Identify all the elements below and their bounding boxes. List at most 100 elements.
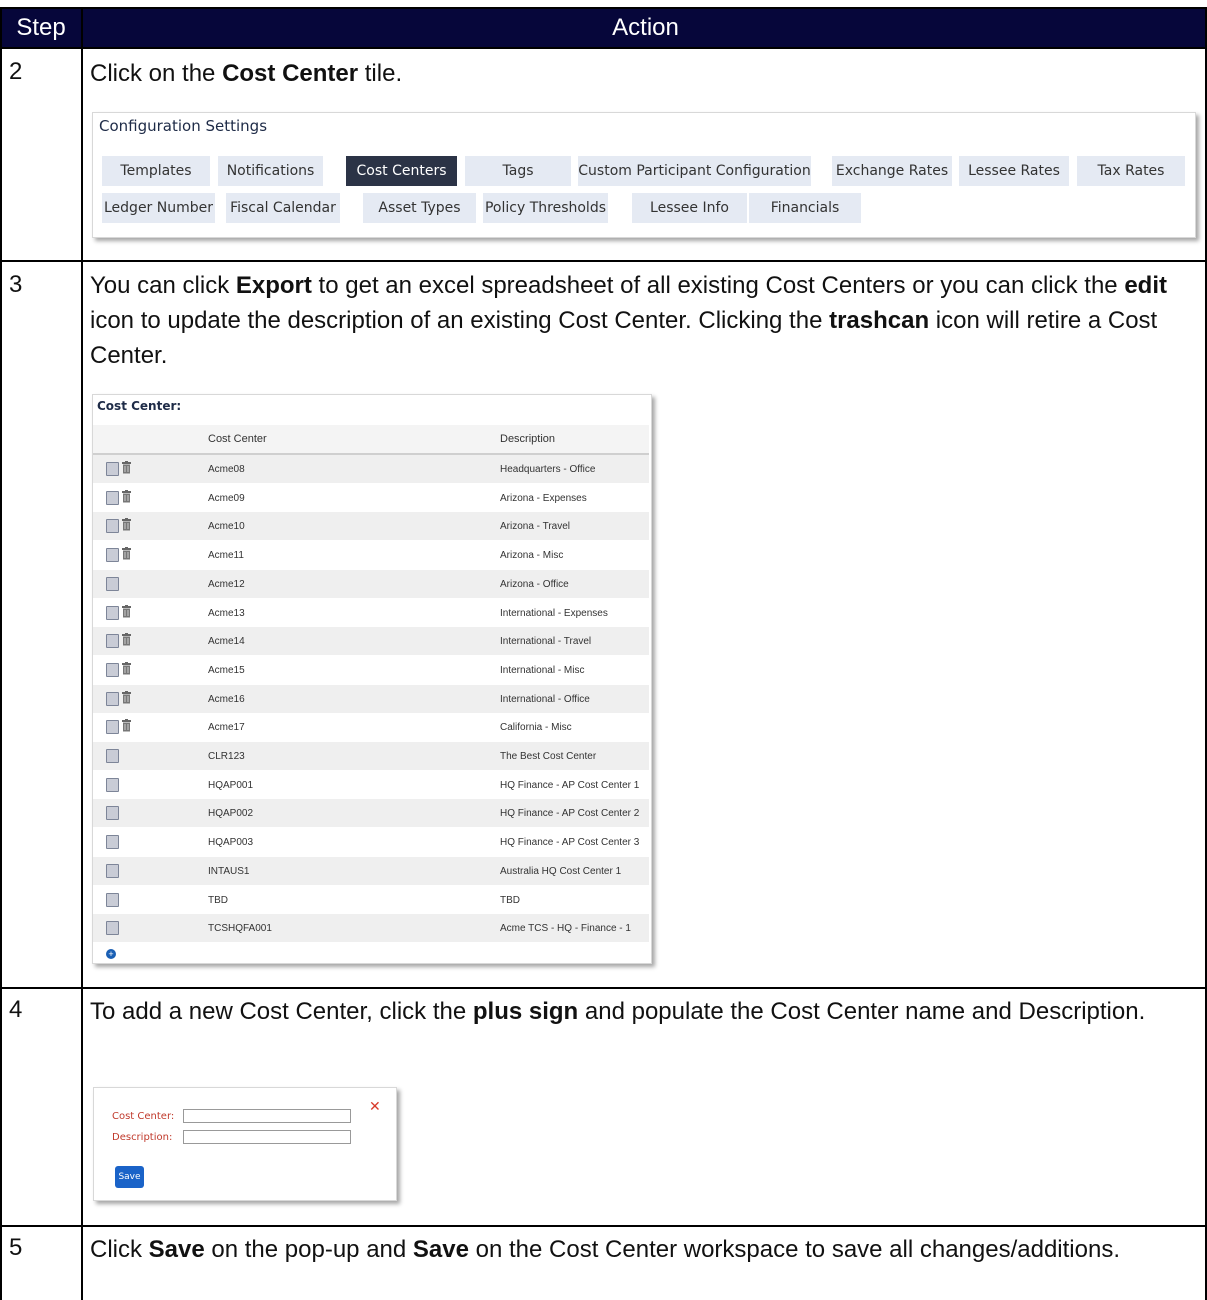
edit-icon[interactable]	[106, 462, 119, 476]
step-number-3: 3	[9, 271, 23, 298]
close-icon[interactable]: ✕	[369, 1099, 381, 1115]
cost-center-description: TBD	[500, 894, 520, 906]
configuration-settings-panel: Configuration Settings Templates Notific…	[92, 112, 1196, 238]
tile-policy-thresholds[interactable]: Policy Thresholds	[483, 193, 608, 223]
tile-fiscal-calendar[interactable]: Fiscal Calendar	[226, 193, 340, 223]
edit-icon[interactable]	[106, 576, 119, 591]
panel-title: Configuration Settings	[99, 117, 268, 135]
add-cost-center-popup: Cost Center: Description: ✕ Save	[93, 1087, 397, 1201]
cost-center-name: TCSHQFA001	[208, 923, 272, 935]
table-row: Acme16 International - Office	[93, 684, 649, 713]
description-input[interactable]	[183, 1130, 351, 1144]
cost-center-description: Arizona - Office	[500, 578, 569, 590]
step-number-5: 5	[9, 1234, 23, 1261]
edit-icon[interactable]	[106, 490, 119, 505]
table-row: HQAP002 HQ Finance - AP Cost Center 2	[93, 799, 649, 828]
trashcan-icon[interactable]	[122, 461, 131, 474]
cost-center-name: Acme15	[208, 664, 245, 676]
edit-icon[interactable]	[106, 662, 119, 677]
tile-asset-types[interactable]: Asset Types	[363, 193, 476, 223]
table-row: TBD TBD	[93, 886, 649, 914]
step-number-4: 4	[9, 996, 23, 1023]
tile-custom-participant-configuration[interactable]: Custom Participant Configuration	[578, 156, 811, 186]
bold-edit: edit	[1124, 272, 1167, 299]
edit-icon[interactable]	[106, 720, 119, 735]
bold-plus-sign: plus sign	[472, 998, 579, 1025]
edit-icon[interactable]	[106, 921, 119, 936]
edit-icon[interactable]	[106, 548, 119, 563]
edit-icon[interactable]	[106, 863, 119, 878]
tile-exchange-rates[interactable]: Exchange Rates	[832, 156, 952, 186]
cost-center-description: International - Misc	[500, 664, 585, 676]
column-header-cost-center: Cost Center	[208, 433, 267, 445]
cost-center-description: Acme TCS - HQ - Finance - 1	[500, 923, 631, 935]
cost-center-name: Acme14	[208, 636, 245, 648]
step-number-2: 2	[9, 58, 23, 85]
edit-icon[interactable]	[106, 691, 119, 706]
edit-icon[interactable]	[106, 777, 119, 792]
trashcan-icon[interactable]	[122, 661, 131, 675]
cost-center-description: Headquarters - Office	[500, 464, 596, 475]
cost-center-description: HQ Finance - AP Cost Center 3	[500, 837, 640, 849]
cost-center-description: HQ Finance - AP Cost Center 2	[500, 808, 640, 820]
cost-center-name: HQAP003	[208, 837, 254, 849]
header-action: Action	[612, 14, 679, 41]
tile-notifications[interactable]: Notifications	[218, 156, 323, 186]
cost-center-description: Arizona - Misc	[500, 550, 564, 562]
step-5-text: Click Save on the pop-up and Save on the…	[90, 1236, 1121, 1263]
cost-center-name: TBD	[208, 894, 228, 906]
cost-center-name: INTAUS1	[208, 865, 250, 877]
table-row: Acme10 Arizona - Travel	[93, 512, 649, 541]
table-row: CLR123 The Best Cost Center	[93, 742, 649, 770]
trashcan-icon[interactable]	[122, 719, 131, 732]
table-header-row: Cost Center Description	[93, 425, 649, 455]
table-row: HQAP003 HQ Finance - AP Cost Center 3	[93, 828, 649, 856]
cost-center-description: International - Travel	[500, 636, 592, 648]
edit-icon[interactable]	[106, 806, 119, 821]
edit-icon[interactable]	[106, 634, 119, 649]
trashcan-icon[interactable]	[122, 604, 131, 618]
edit-icon[interactable]	[106, 605, 119, 620]
trashcan-icon[interactable]	[122, 547, 131, 560]
save-button[interactable]: Save	[115, 1166, 144, 1188]
cost-center-name: Acme12	[208, 578, 245, 590]
tile-lessee-info[interactable]: Lessee Info	[632, 193, 747, 223]
table-row: INTAUS1 Australia HQ Cost Center 1	[93, 856, 649, 885]
trashcan-icon[interactable]	[122, 633, 131, 646]
procedure-table: Step Action 2 3 4 5 Click on the Cost Ce…	[0, 0, 1207, 1300]
tile-financials[interactable]: Financials	[749, 193, 861, 223]
tile-ledger-number[interactable]: Ledger Number	[102, 193, 215, 223]
step-3-text: You can click Export to get an excel spr…	[90, 272, 1167, 369]
cost-center-input[interactable]	[183, 1109, 351, 1123]
bold-cost-center: Cost Center	[222, 60, 359, 87]
cost-center-description: HQ Finance - AP Cost Center 1	[500, 779, 640, 791]
table-row: Acme11 Arizona - Misc	[93, 541, 649, 569]
edit-icon[interactable]	[106, 892, 119, 907]
description-label: Description:	[112, 1132, 173, 1143]
tile-tags[interactable]: Tags	[465, 156, 571, 186]
edit-icon[interactable]	[106, 835, 119, 850]
cost-center-name: HQAP002	[208, 808, 254, 820]
trashcan-icon[interactable]	[122, 690, 131, 704]
table-row: Acme14 International - Travel	[93, 627, 649, 656]
tile-tax-rates[interactable]: Tax Rates	[1077, 156, 1185, 186]
cost-center-label: Cost Center:	[112, 1111, 175, 1122]
tile-templates[interactable]: Templates	[102, 156, 210, 186]
cost-center-description: Arizona - Expenses	[500, 492, 587, 504]
edit-icon[interactable]	[106, 519, 119, 534]
table-row: Acme13 International - Expenses	[93, 599, 649, 627]
bold-export: Export	[235, 272, 312, 299]
cost-center-description: California - Misc	[500, 722, 572, 734]
table-row: Acme08 Headquarters - Office	[93, 455, 649, 483]
table-row: HQAP001 HQ Finance - AP Cost Center 1	[93, 771, 649, 799]
table-row: TCSHQFA001 Acme TCS - HQ - Finance - 1	[93, 914, 649, 943]
table-row: Acme17 California - Misc	[93, 713, 649, 741]
trashcan-icon[interactable]	[122, 518, 131, 531]
tile-lessee-rates[interactable]: Lessee Rates	[959, 156, 1069, 186]
tile-cost-centers[interactable]: Cost Centers	[346, 156, 457, 186]
edit-icon[interactable]	[106, 749, 119, 763]
step-4-text: To add a new Cost Center, click the plus…	[90, 998, 1146, 1025]
plus-circle-icon[interactable]: +	[106, 949, 116, 959]
trashcan-icon[interactable]	[122, 489, 131, 503]
table-row: Acme09 Arizona - Expenses	[93, 484, 649, 512]
